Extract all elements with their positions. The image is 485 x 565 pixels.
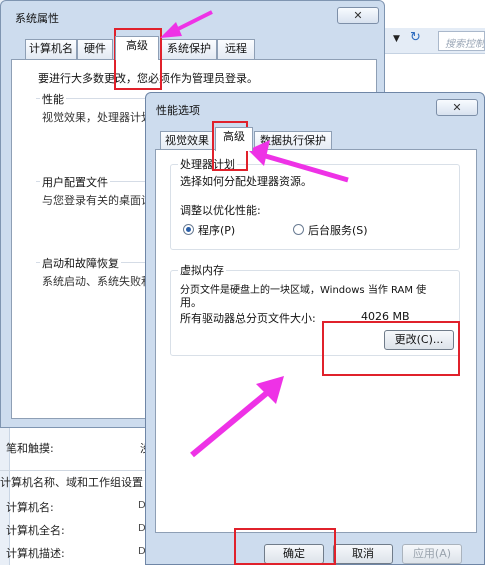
section-divider xyxy=(0,470,145,471)
programs-radio-label[interactable]: 程序(P) xyxy=(198,222,235,238)
computer-desc-label: 计算机描述: xyxy=(6,547,65,560)
processor-description: 选择如何分配处理器资源。 xyxy=(180,175,312,188)
close-button[interactable]: ✕ xyxy=(436,99,478,116)
performance-group-text: 视觉效果，处理器计划 xyxy=(42,111,152,124)
apply-button[interactable]: 应用(A) xyxy=(402,544,462,564)
virtual-memory-description-line1: 分页文件是硬盘上的一块区域，Windows 当作 RAM 使 xyxy=(180,285,427,296)
tab-computer-name[interactable]: 计算机名 xyxy=(25,39,77,59)
tab-advanced[interactable]: 高级 xyxy=(115,36,159,60)
window-title: 性能选项 xyxy=(156,104,200,117)
tab-advanced[interactable]: 高级 xyxy=(215,127,253,151)
pen-touch-label: 笔和触摸: xyxy=(6,442,54,455)
cancel-button[interactable]: 取消 xyxy=(333,544,393,564)
startup-recovery-group-text: 系统启动、系统失败和 xyxy=(42,275,152,288)
tab-data-execution-prevention[interactable]: 数据执行保护 xyxy=(254,131,332,151)
adjust-label: 调整以优化性能: xyxy=(180,204,261,217)
refresh-icon[interactable]: ↻ xyxy=(410,30,421,45)
computer-fullname-label: 计算机全名: xyxy=(6,524,65,537)
background-services-radio[interactable] xyxy=(293,224,304,235)
virtual-memory-description-line2: 用。 xyxy=(180,296,202,309)
computer-name-label: 计算机名: xyxy=(6,501,54,514)
programs-radio[interactable] xyxy=(183,224,194,235)
tab-remote[interactable]: 远程 xyxy=(217,39,255,59)
window-title: 系统属性 xyxy=(15,12,59,25)
highlight-box xyxy=(234,528,336,565)
performance-group-title: 性能 xyxy=(40,91,66,107)
user-profiles-group-text: 与您登录有关的桌面设 xyxy=(42,194,152,207)
search-input[interactable]: 搜索控制面板 xyxy=(438,31,485,51)
computer-section-title: 计算机名称、域和工作组设置 xyxy=(0,476,143,489)
address-dropdown-icon[interactable]: ▼ xyxy=(393,34,400,44)
tab-system-protection[interactable]: 系统保护 xyxy=(161,39,217,59)
highlight-box xyxy=(322,321,460,376)
tab-visual-effects[interactable]: 视觉效果 xyxy=(160,131,214,151)
background-services-radio-label[interactable]: 后台服务(S) xyxy=(308,222,368,238)
paging-total-label: 所有驱动器总分页文件大小: xyxy=(180,312,316,325)
user-profiles-group-title: 用户配置文件 xyxy=(40,174,110,190)
startup-recovery-group-title: 启动和故障恢复 xyxy=(40,255,121,271)
close-button[interactable]: ✕ xyxy=(337,7,379,24)
tab-hardware[interactable]: 硬件 xyxy=(77,39,113,59)
virtual-memory-group-title: 虚拟内存 xyxy=(178,262,226,278)
